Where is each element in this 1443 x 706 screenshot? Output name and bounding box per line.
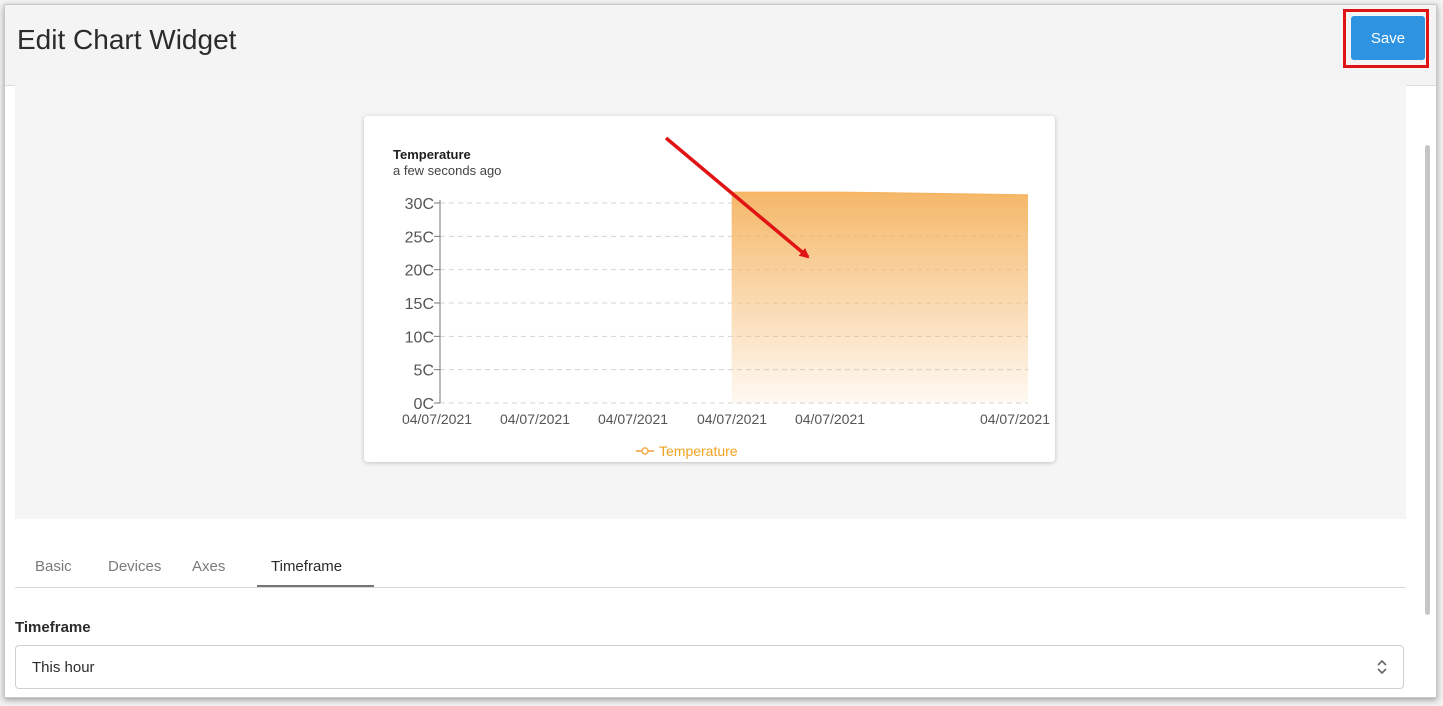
page-title: Edit Chart Widget [17, 24, 237, 55]
active-tab-indicator [257, 585, 374, 587]
x-tick-label: 04/07/2021 [402, 411, 472, 427]
legend-marker-icon [641, 447, 649, 455]
chart-widget-card: Temperature a few seconds ago 30C 25C 20C 1… [364, 116, 1055, 462]
temperature-chart: 30C25C20C15C10C5C0C 04/07/2021 04/07/2021… [402, 136, 1050, 459]
edit-chart-widget-dialog: Edit Chart Widget Save Temperature a few… [4, 4, 1437, 698]
save-button[interactable]: Save [1351, 16, 1425, 60]
tab-axes[interactable]: Axes [192, 558, 225, 575]
tab-timeframe[interactable]: Timeframe [271, 558, 342, 575]
legend-label: Temperature [659, 443, 738, 459]
x-tick-label: 04/07/2021 [980, 411, 1050, 427]
x-tick-label: 04/07/2021 [697, 411, 767, 427]
chart-area-layer [731, 191, 1029, 403]
y-tick-label: 10C [405, 329, 434, 346]
timeframe-label: Timeframe [15, 619, 91, 636]
y-tick-label: 15C [405, 296, 434, 313]
y-tick-label: 20C [405, 263, 434, 280]
x-tick-label: 04/07/2021 [795, 411, 865, 427]
scrollbar[interactable] [1425, 145, 1430, 615]
settings-tabs: Basic Devices Axes Timeframe [15, 551, 1406, 588]
chart-legend: Temperature [636, 443, 738, 459]
temperature-area [731, 192, 1028, 403]
tab-basic[interactable]: Basic [35, 558, 72, 575]
y-tick-label: 25C [405, 229, 434, 246]
chevron-up-down-icon [1376, 658, 1388, 681]
timeframe-selected-value: This hour [32, 659, 95, 676]
x-tick-label: 04/07/2021 [500, 411, 570, 427]
x-tick-label: 04/07/2021 [598, 411, 668, 427]
header-bar: Edit Chart Widget Save [5, 5, 1436, 86]
timeframe-select[interactable]: This hour [15, 645, 1404, 689]
y-axis-ticks: 30C25C20C15C10C5C0C [405, 196, 440, 413]
tab-devices[interactable]: Devices [108, 558, 161, 575]
x-axis-ticks: 04/07/2021 04/07/2021 04/07/2021 04/07/2021… [402, 411, 1050, 427]
y-tick-label: 5C [414, 363, 434, 380]
y-tick-label: 30C [405, 196, 434, 213]
